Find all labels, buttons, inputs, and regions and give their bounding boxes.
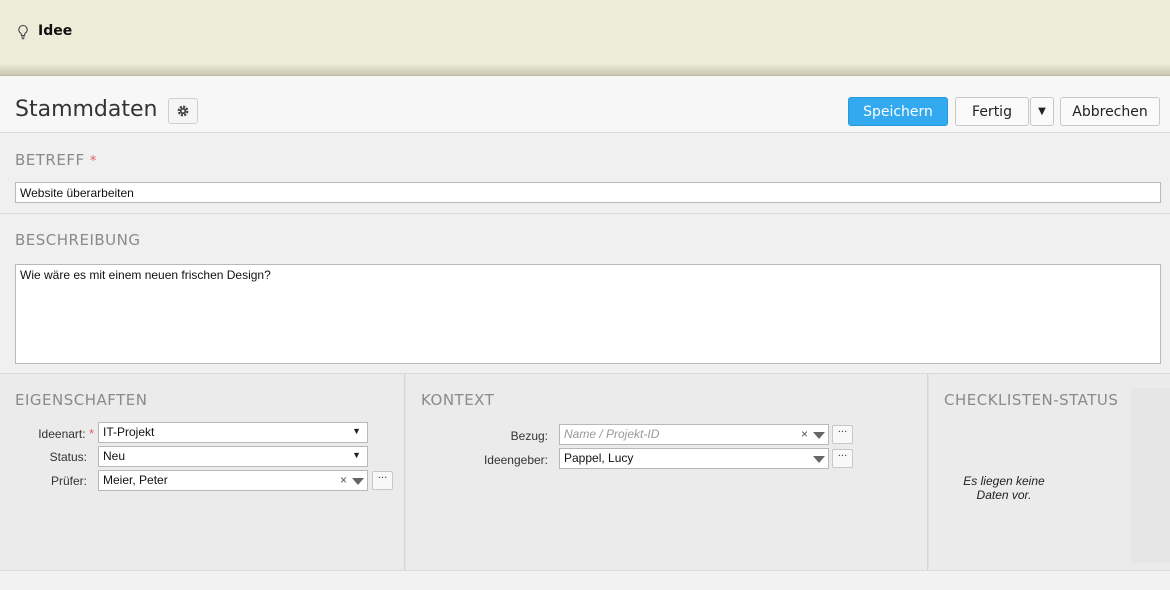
betreff-label-text: BETREFF bbox=[15, 151, 85, 169]
empty-state-line: Daten vor. bbox=[976, 488, 1032, 502]
ideengeber-label: Ideengeber: bbox=[483, 453, 548, 467]
status-value: Neu bbox=[103, 449, 126, 463]
chevron-down-icon: ▼ bbox=[352, 426, 361, 436]
bezug-more-button[interactable]: ··· bbox=[832, 425, 853, 444]
lightbulb-icon bbox=[18, 24, 28, 40]
eigenschaften-panel: EIGENSCHAFTEN Ideenart: * IT-Projekt ▼ S… bbox=[0, 374, 404, 570]
kontext-panel: KONTEXT Bezug: Name / Projekt-ID × ··· I… bbox=[406, 374, 927, 570]
done-button[interactable]: Fertig bbox=[955, 97, 1029, 126]
pruefer-more-button[interactable]: ··· bbox=[372, 471, 393, 490]
window-title: Idee bbox=[38, 23, 73, 39]
page-title: Stammdaten bbox=[15, 97, 158, 122]
dropdown-arrow-icon[interactable] bbox=[813, 456, 825, 463]
dropdown-arrow-icon[interactable] bbox=[352, 478, 364, 485]
checkliste-label: CHECKLISTEN-STATUS bbox=[944, 391, 1119, 409]
pruefer-value: Meier, Peter bbox=[103, 473, 168, 487]
clear-icon[interactable]: × bbox=[340, 473, 347, 487]
beschreibung-textarea[interactable]: Wie wäre es mit einem neuen frischen Des… bbox=[15, 264, 1161, 364]
dropdown-arrow-icon[interactable] bbox=[813, 432, 825, 439]
settings-button[interactable] bbox=[168, 98, 198, 124]
header-row: Stammdaten Speichern Fertig ▼ Abbrechen bbox=[0, 76, 1170, 133]
beschreibung-label: BESCHREIBUNG bbox=[15, 231, 141, 249]
ideengeber-value: Pappel, Lucy bbox=[564, 451, 634, 465]
ideenart-select[interactable]: IT-Projekt ▼ bbox=[98, 422, 368, 443]
done-dropdown-button[interactable]: ▼ bbox=[1030, 97, 1054, 126]
cancel-button[interactable]: Abbrechen bbox=[1060, 97, 1160, 126]
pruefer-label: Prüfer: bbox=[50, 474, 87, 488]
save-button[interactable]: Speichern bbox=[848, 97, 948, 126]
ideenart-label: Ideenart: * bbox=[20, 426, 94, 441]
clear-icon[interactable]: × bbox=[801, 427, 808, 441]
ideengeber-combobox[interactable]: Pappel, Lucy bbox=[559, 448, 829, 469]
bezug-combobox[interactable]: Name / Projekt-ID × bbox=[559, 424, 829, 445]
bezug-label: Bezug: bbox=[510, 429, 548, 443]
empty-state-message: Es liegen keine Daten vor. bbox=[949, 474, 1059, 502]
betreff-label: BETREFF * bbox=[15, 151, 97, 169]
beschreibung-section: BESCHREIBUNG Wie wäre es mit einem neuen… bbox=[0, 214, 1170, 373]
status-select[interactable]: Neu ▼ bbox=[98, 446, 368, 467]
status-label: Status: bbox=[49, 450, 87, 464]
top-bar: Idee bbox=[0, 0, 1170, 76]
ideenart-value: IT-Projekt bbox=[103, 425, 155, 439]
required-mark: * bbox=[88, 426, 94, 441]
ideenart-label-text: Ideenart: bbox=[38, 427, 86, 441]
bezug-placeholder: Name / Projekt-ID bbox=[564, 427, 660, 441]
gear-icon bbox=[177, 105, 189, 117]
kontext-label: KONTEXT bbox=[421, 391, 495, 409]
chart-area bbox=[1131, 388, 1170, 563]
required-mark: * bbox=[89, 154, 97, 169]
ideengeber-more-button[interactable]: ··· bbox=[832, 449, 853, 468]
empty-state-line: Es liegen keine bbox=[963, 474, 1045, 488]
eigenschaften-label: EIGENSCHAFTEN bbox=[15, 391, 148, 409]
pruefer-combobox[interactable]: Meier, Peter × bbox=[98, 470, 368, 491]
chevron-down-icon: ▼ bbox=[352, 450, 361, 460]
betreff-input[interactable] bbox=[15, 182, 1161, 203]
betreff-section: BETREFF * bbox=[0, 134, 1170, 213]
bottom-bar bbox=[0, 570, 1170, 590]
